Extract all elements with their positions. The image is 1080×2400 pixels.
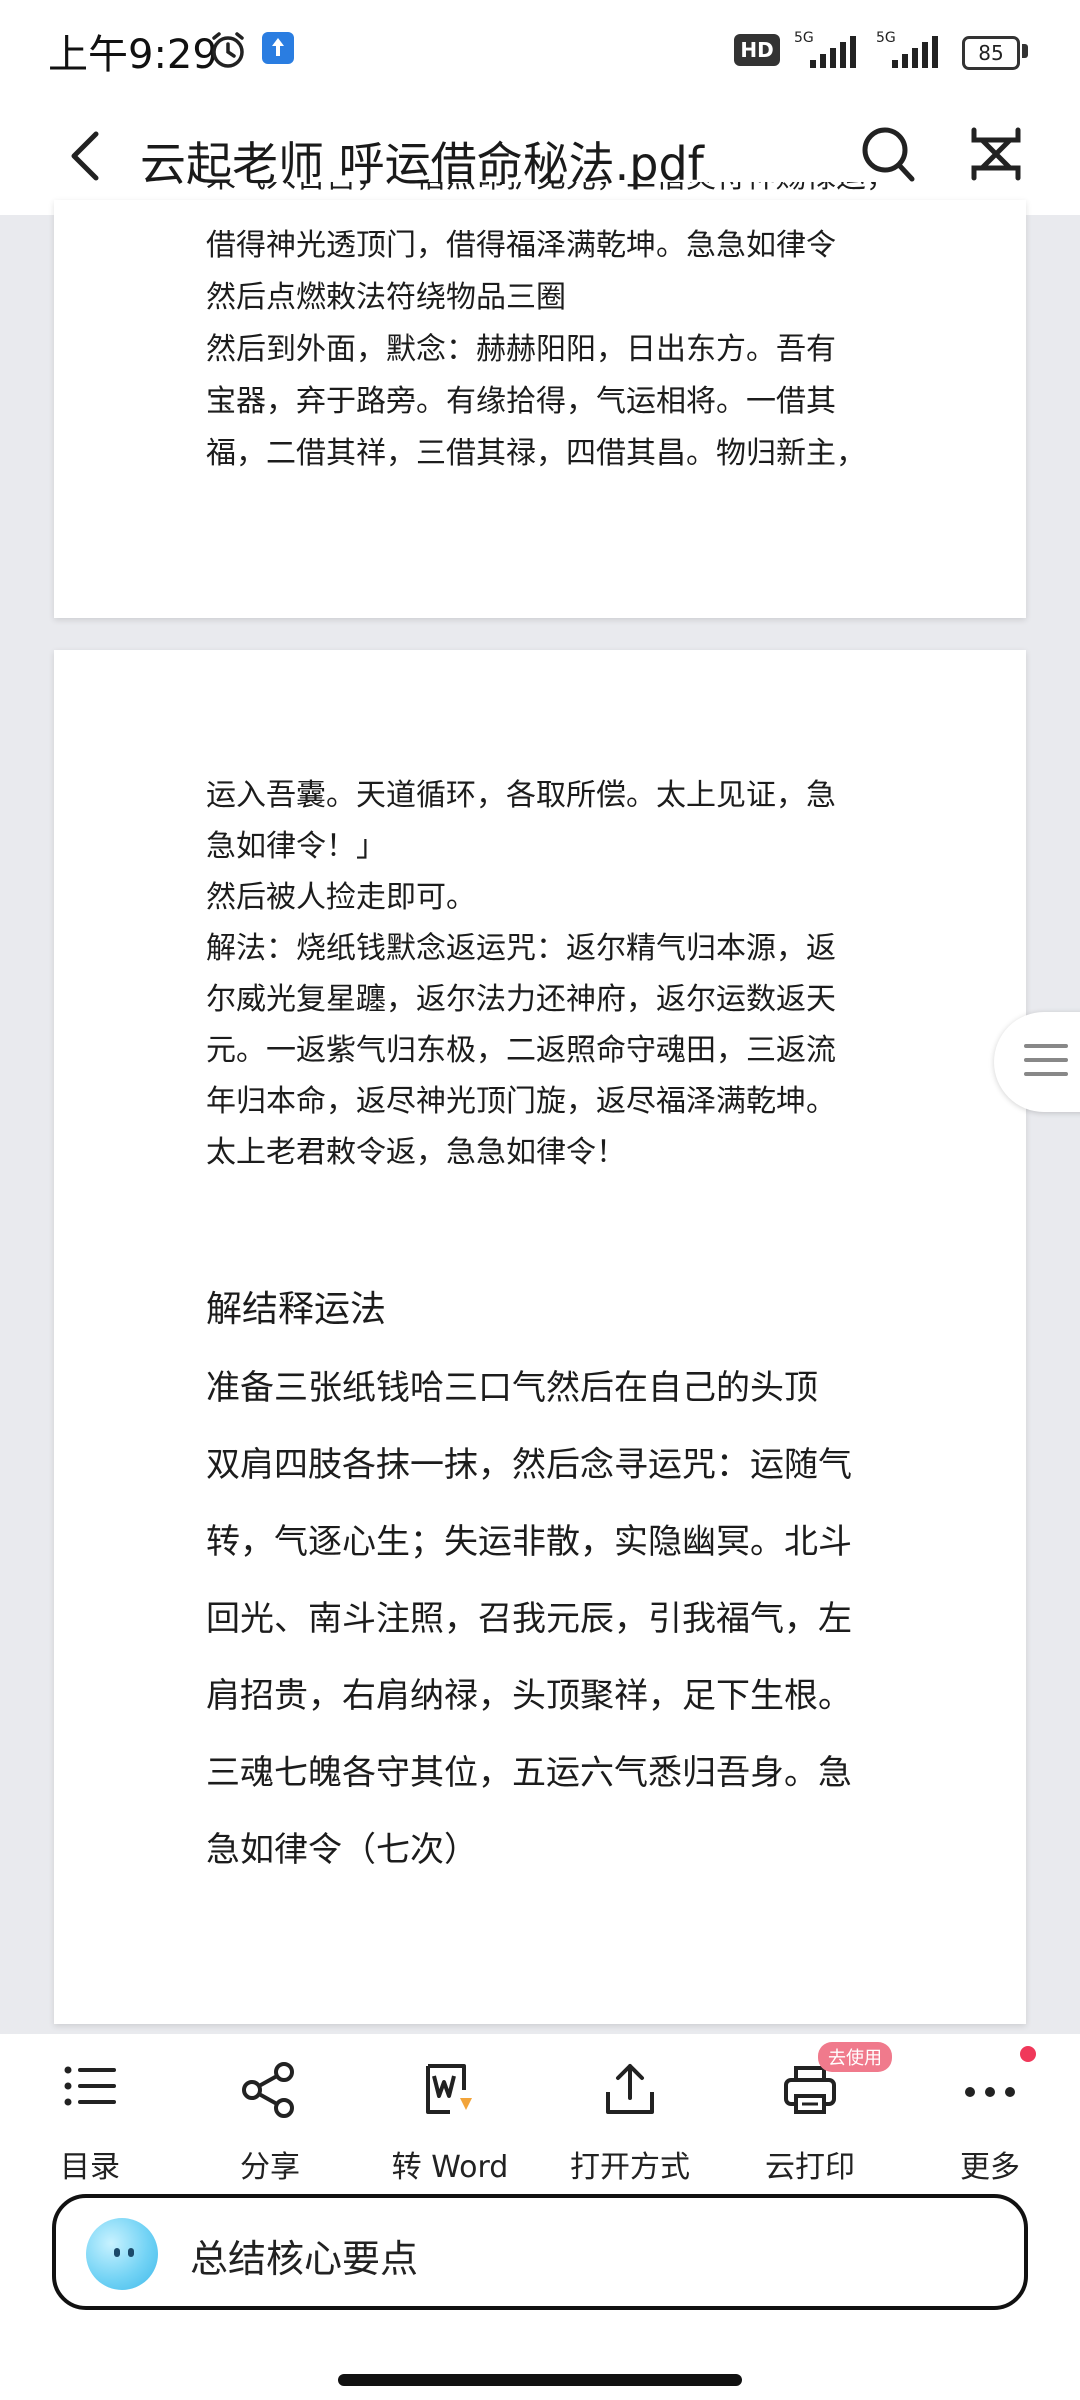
toolbar-label: 分享 xyxy=(240,2150,300,2185)
signal-label-2: 5G xyxy=(876,30,896,46)
list-icon xyxy=(64,2066,116,2106)
status-time: 上午9:29 xyxy=(48,32,218,78)
hd-voice-badge: HD xyxy=(734,34,780,66)
battery-tip xyxy=(1022,44,1028,58)
pdf-page-1[interactable]: 来气入吾宫，一借照命护见光，二借灵符神赐禄运， 借得神光透顶门，借得福泽满乾坤。… xyxy=(54,182,1026,618)
text-line: 借得神光透顶门，借得福泽满乾坤。急急如律令 xyxy=(206,228,836,263)
home-indicator[interactable] xyxy=(338,2374,742,2386)
text-line: 运入吾囊。天道循环，各取所偿。太上见证，急 xyxy=(206,778,836,813)
page1-text: 借得神光透顶门，借得福泽满乾坤。急急如律令 然后点燃敕法符绕物品三圈 然后到外面… xyxy=(206,220,896,480)
text-line: 解法：烧纸钱默念返运咒：返尔精气归本源，返 xyxy=(206,931,836,966)
notification-dot xyxy=(1020,2046,1036,2062)
exit-fullscreen-icon[interactable] xyxy=(968,126,1024,182)
promo-badge: 去使用 xyxy=(818,2042,892,2072)
text-line: 然后到外面，默念：赫赫阳阳，日出东方。吾有 xyxy=(206,332,836,367)
toolbar-item-cloud-print[interactable]: 去使用 云打印 xyxy=(720,2042,900,2206)
toolbar-label: 目录 xyxy=(60,2150,120,2185)
toolbar-item-share[interactable]: 分享 xyxy=(180,2046,360,2206)
text-line: 宝器，弃于路旁。有缘拾得，气运相将。一借其 xyxy=(206,384,836,419)
avatar-eye xyxy=(114,2248,120,2257)
text-line: 急如律令！」 xyxy=(206,829,386,864)
app-notification-icon xyxy=(262,32,294,64)
page2-body-text: 准备三张纸钱哈三口气然后在自己的头顶 双肩四肢各抹一抹，然后念寻运咒：运随气 转… xyxy=(206,1350,896,1889)
page2-text: 运入吾囊。天道循环，各取所偿。太上见证，急 急如律令！」 然后被人捡走即可。 解… xyxy=(206,770,896,1178)
ai-summary-button[interactable]: 总结核心要点 xyxy=(52,2194,1028,2310)
open-with-icon xyxy=(606,2064,654,2114)
battery-level: 85 xyxy=(962,36,1020,70)
ai-assistant-avatar-icon xyxy=(86,2218,158,2290)
page1-cut-line: 来气入吾宫，一借照命护见光，二借灵符神赐禄运， xyxy=(206,182,896,202)
ai-summary-label: 总结核心要点 xyxy=(190,2237,419,2281)
toolbar-label: 打开方式 xyxy=(570,2150,690,2185)
more-icon xyxy=(965,2087,1015,2097)
text-line: 来气入吾宫，一借照命护见光，二借灵符神赐禄运， xyxy=(206,182,896,202)
section-heading: 解结释运法 xyxy=(206,1289,387,1330)
text-line: 转，气逐心生；失运非散，实隐幽冥。北斗 xyxy=(206,1522,852,1562)
toolbar-label: 更多 xyxy=(960,2150,1020,2185)
text-line: 尔威光复星躔，返尔法力还神府，返尔运数返天 xyxy=(206,982,836,1017)
share-icon xyxy=(242,2062,294,2118)
toolbar-item-open-with[interactable]: 打开方式 xyxy=(540,2046,720,2206)
text-line: 回光、南斗注照，召我元辰，引我福气，左 xyxy=(206,1599,852,1639)
status-bar: 上午9:29 HD 5G 5G 85 xyxy=(0,0,1080,100)
text-line: 福，二借其祥，三借其禄，四借其昌。物归新主， xyxy=(206,436,866,471)
search-icon[interactable] xyxy=(858,122,918,186)
text-line: 然后点燃敕法符绕物品三圈 xyxy=(206,280,566,315)
text-line: 太上老君敕令返，急急如律令！ xyxy=(206,1135,626,1170)
signal-strength-icon-1: 5G xyxy=(794,30,856,68)
text-line: 年归本命，返尽神光顶门旋，返尽福泽满乾坤。 xyxy=(206,1084,836,1119)
toolbar-item-contents[interactable]: 目录 xyxy=(0,2046,180,2206)
text-line: 然后被人捡走即可。 xyxy=(206,880,476,915)
menu-lines-icon xyxy=(1024,1044,1068,1076)
toolbar-label: 云打印 xyxy=(765,2150,855,2185)
pdf-page-2[interactable]: 运入吾囊。天道循环，各取所偿。太上见证，急 急如律令！」 然后被人捡走即可。 解… xyxy=(54,650,1026,2024)
back-arrow-icon[interactable] xyxy=(60,126,110,186)
alarm-icon xyxy=(212,32,244,68)
text-line: 准备三张纸钱哈三口气然后在自己的头顶 xyxy=(206,1368,818,1408)
text-line: 元。一返紫气归东极，二返照命守魂田，三返流 xyxy=(206,1033,836,1068)
text-line: 肩招贵，右肩纳禄，头顶聚祥，足下生根。 xyxy=(206,1676,852,1716)
toolbar-item-convert-word[interactable]: 转 Word xyxy=(360,2046,540,2206)
text-line: 三魂七魄各守其位，五运六气悉归吾身。急 xyxy=(206,1753,852,1793)
word-convert-icon xyxy=(426,2064,472,2114)
signal-label-1: 5G xyxy=(794,30,814,46)
toolbar-item-more[interactable]: 更多 xyxy=(900,2046,1080,2206)
text-line: 急如律令（七次） xyxy=(206,1830,478,1870)
avatar-eye xyxy=(128,2248,134,2257)
toolbar-label: 转 Word xyxy=(391,2150,509,2185)
signal-strength-icon-2: 5G xyxy=(876,30,938,68)
text-line: 双肩四肢各抹一抹，然后念寻运咒：运随气 xyxy=(206,1445,852,1485)
